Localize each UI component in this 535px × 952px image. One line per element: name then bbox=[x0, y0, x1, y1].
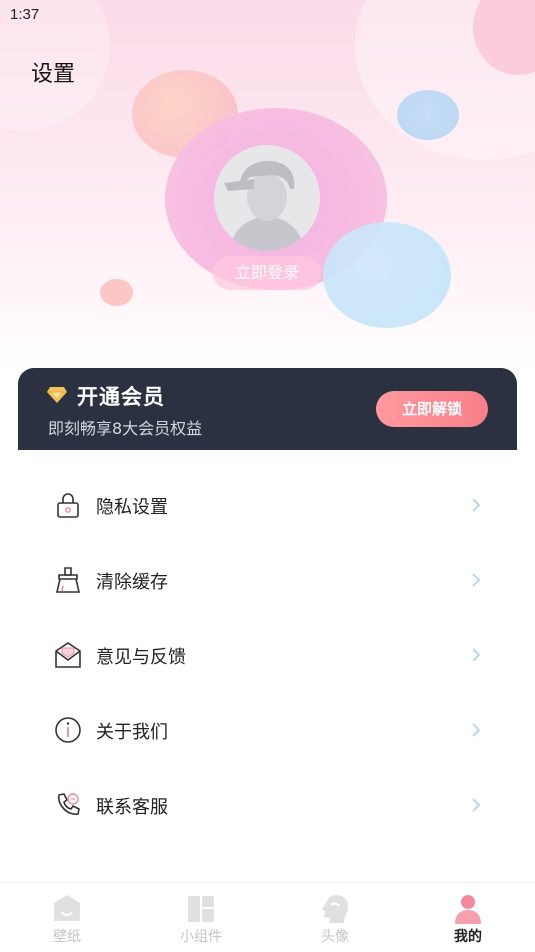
status-time: 1:37 bbox=[10, 6, 40, 23]
menu-item-label: 意见与反馈 bbox=[96, 647, 186, 668]
menu-item-clear-cache[interactable]: 清除缓存 bbox=[0, 550, 535, 610]
default-avatar-icon bbox=[224, 160, 304, 251]
avatar[interactable] bbox=[214, 145, 320, 251]
vip-title: 开通会员 bbox=[77, 385, 165, 409]
wallpaper-icon bbox=[54, 895, 80, 921]
page-title: 设置 bbox=[31, 62, 76, 87]
user-icon bbox=[455, 895, 481, 924]
decor-circle bbox=[397, 90, 459, 140]
tab-label: 我的 bbox=[454, 929, 482, 945]
tab-wallpaper[interactable]: 壁纸 bbox=[0, 883, 134, 952]
tab-mine[interactable]: 我的 bbox=[401, 883, 535, 952]
menu-item-contact[interactable]: 联系客服 bbox=[0, 775, 535, 835]
unlock-button[interactable]: 立即解锁 bbox=[376, 391, 488, 427]
chevron-right-icon bbox=[472, 498, 481, 512]
tab-label: 壁纸 bbox=[53, 929, 81, 945]
diamond-icon bbox=[47, 387, 67, 403]
menu-item-privacy[interactable]: 隐私设置 bbox=[0, 475, 535, 535]
decor-circle bbox=[323, 222, 451, 328]
tab-label: 小组件 bbox=[180, 929, 222, 945]
lock-icon bbox=[57, 493, 79, 518]
mail-icon bbox=[55, 642, 81, 668]
chevron-right-icon bbox=[472, 798, 481, 812]
tab-widgets[interactable]: 小组件 bbox=[134, 883, 268, 952]
login-button[interactable]: 立即登录 bbox=[213, 256, 321, 290]
bottom-tab-bar: 壁纸 小组件 头像 我的 bbox=[0, 882, 535, 952]
decor-circle bbox=[100, 279, 133, 306]
info-icon bbox=[55, 717, 81, 743]
menu-item-label: 隐私设置 bbox=[96, 497, 168, 518]
vip-banner[interactable]: 开通会员 即刻畅享8大会员权益 立即解锁 bbox=[18, 368, 517, 450]
chevron-right-icon bbox=[472, 648, 481, 662]
chevron-right-icon bbox=[472, 723, 481, 737]
menu-item-feedback[interactable]: 意见与反馈 bbox=[0, 625, 535, 685]
tab-label: 头像 bbox=[321, 929, 349, 945]
menu-item-label: 清除缓存 bbox=[96, 572, 168, 593]
phone-icon bbox=[58, 793, 80, 815]
tab-avatar[interactable]: 头像 bbox=[268, 883, 402, 952]
menu-item-label: 联系客服 bbox=[96, 797, 168, 818]
widget-grid-icon bbox=[188, 896, 214, 922]
vip-subtitle: 即刻畅享8大会员权益 bbox=[48, 419, 203, 438]
menu-item-label: 关于我们 bbox=[96, 722, 168, 743]
menu-item-about[interactable]: 关于我们 bbox=[0, 700, 535, 760]
broom-icon bbox=[55, 567, 81, 593]
chevron-right-icon bbox=[472, 573, 481, 587]
head-profile-icon bbox=[322, 895, 349, 923]
